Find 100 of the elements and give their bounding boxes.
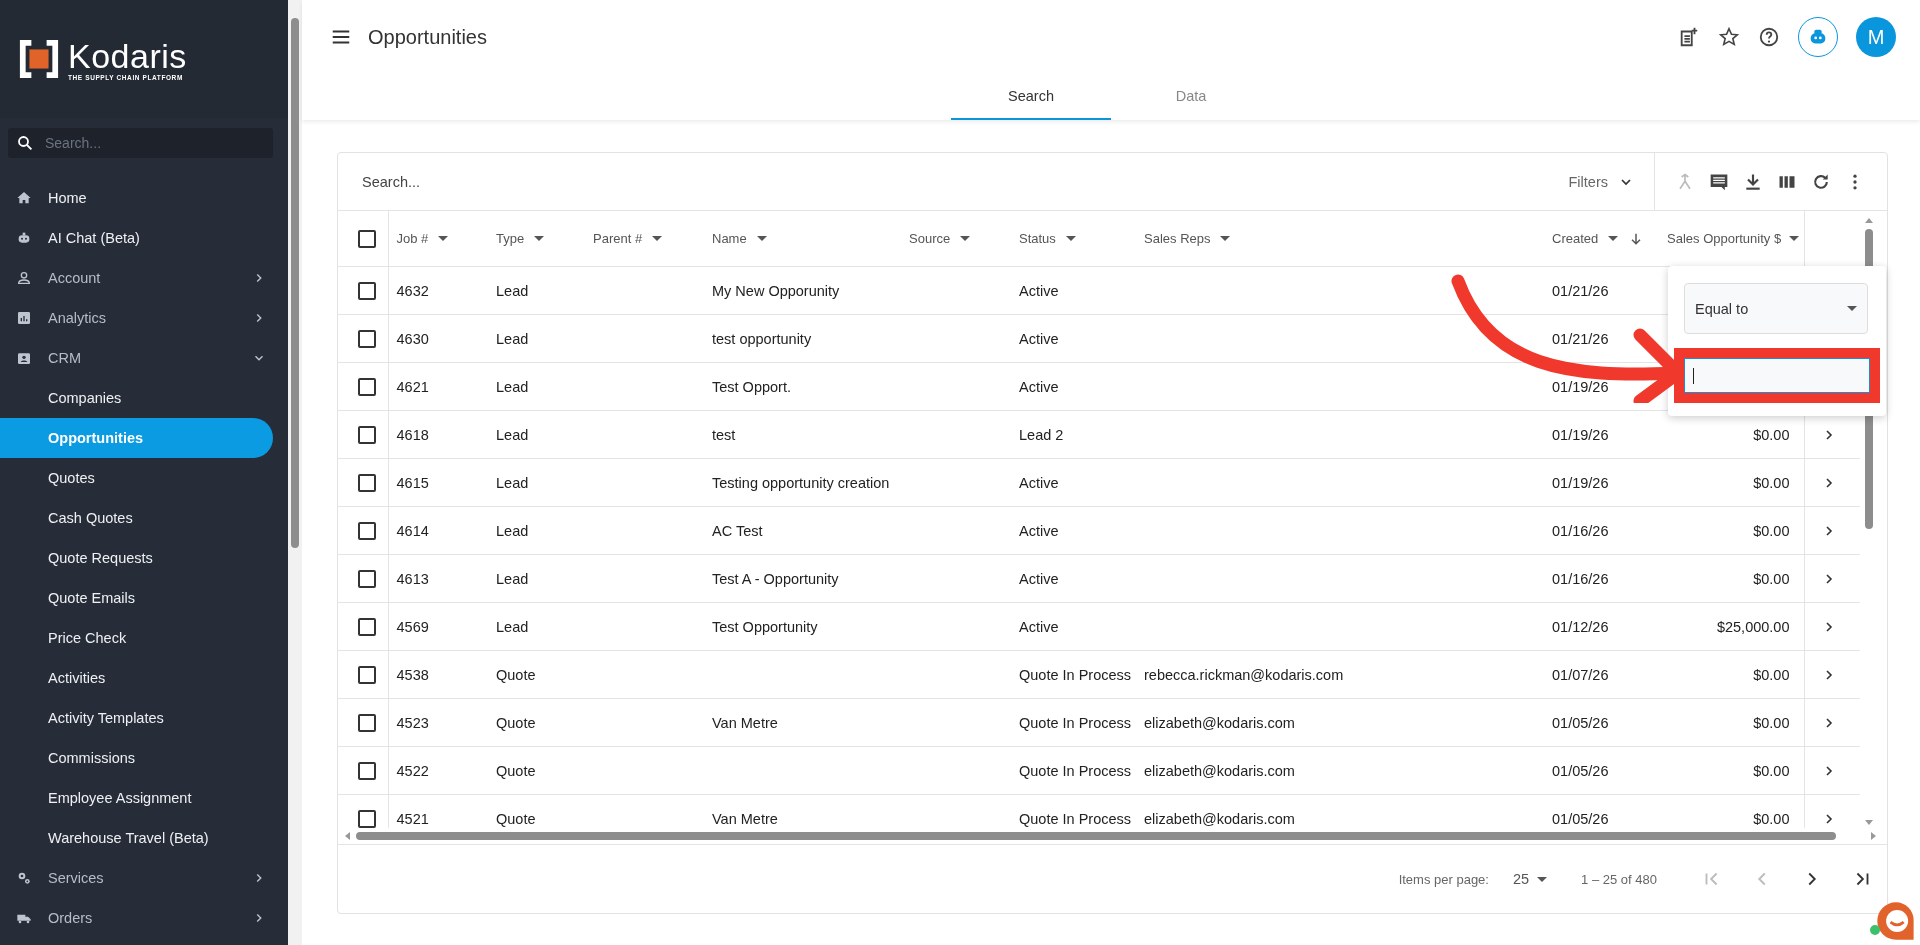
tab[interactable]: Search [951,74,1111,120]
row-checkbox[interactable] [358,521,376,540]
dropdown-icon[interactable] [1065,236,1076,241]
chart-icon [16,310,32,326]
table-cell: 4632 [396,282,429,299]
column-header[interactable]: Parent # [593,231,643,246]
table-cell: Lead [496,426,529,443]
column-header[interactable]: Created [1552,231,1599,246]
table-cell: Quote [496,762,536,779]
operator-select[interactable]: Equal to [1684,283,1868,334]
sidebar-subitem[interactable]: Activity Templates [0,698,273,738]
table-cell: $0.00 [1753,426,1790,443]
sidebar-subitem[interactable]: Cash Quotes [0,498,273,538]
table-cell: Active [1019,618,1059,635]
column-header[interactable]: Status [1019,231,1056,246]
dropdown-icon[interactable] [1220,236,1231,241]
items-per-page-label: Items per page: [1398,871,1489,887]
row-checkbox[interactable] [358,761,376,780]
tab[interactable]: Data [1111,74,1271,120]
table-cell: Test Opportunity [712,618,818,635]
sidebar-subitem[interactable]: Quote Requests [0,538,273,578]
row-checkbox[interactable] [358,665,376,684]
sidebar-subitem[interactable]: Price Check [0,618,273,658]
sidebar-item[interactable]: Services [0,858,288,898]
star-icon[interactable] [1718,26,1740,48]
note-add-icon[interactable] [1678,26,1700,48]
sidebar-subitem[interactable]: Employee Assignment [0,778,273,818]
page-range: 1 – 25 of 480 [1581,871,1657,887]
table-cell: Test A - Opportunity [712,570,839,587]
dropdown-icon[interactable] [1789,236,1800,241]
table-cell: test [712,426,736,443]
row-checkbox[interactable] [358,713,376,732]
dropdown-icon[interactable] [960,236,971,241]
table-cell: 4569 [396,618,429,635]
help-icon[interactable] [1758,26,1780,48]
sidebar-subitem[interactable]: Activities [0,658,273,698]
table-cell: AC Test [712,522,763,539]
row-checkbox[interactable] [358,617,376,636]
scrollbar-thumb[interactable] [356,832,1836,840]
table-cell: Active [1019,522,1059,539]
page-title: Opportunities [368,25,487,49]
table-cell: $0.00 [1753,522,1790,539]
table-cell: Quote In Process [1019,666,1132,683]
sidebar-subitem[interactable]: Quotes [0,458,273,498]
sidebar-subitem[interactable]: Commissions [0,738,273,778]
sidebar-subitem[interactable]: Warehouse Travel (Beta) [0,818,273,858]
table-cell: Active [1019,330,1059,347]
table-cell: Quote In Process [1019,810,1132,827]
table-cell: test opportunity [712,330,812,347]
sidebar-item[interactable]: Orders [0,898,288,938]
row-checkbox[interactable] [358,281,376,300]
row-checkbox[interactable] [358,809,376,828]
table-cell: $25,000.00 [1716,618,1790,635]
column-header[interactable]: Type [496,231,525,246]
dropdown-icon[interactable] [652,236,663,241]
sidebar-item[interactable]: CRM [0,338,288,378]
column-header[interactable]: Source [909,231,951,246]
dropdown-icon[interactable] [756,236,767,241]
sidebar-subitem[interactable]: Quote Emails [0,578,273,618]
page-size-select[interactable]: 25 [1506,870,1554,888]
filters-button[interactable]: Filters [1562,172,1640,191]
table-cell: Active [1019,282,1059,299]
table-cell: 4521 [396,810,429,827]
table-cell: 4522 [396,762,429,779]
select-all-checkbox[interactable] [358,229,376,248]
dropdown-icon[interactable] [1608,236,1619,241]
row-checkbox[interactable] [358,377,376,396]
table-cell: 4615 [396,474,429,491]
table-cell: 01/19/26 [1552,378,1609,395]
column-header[interactable]: Sales Reps [1144,231,1211,246]
table-cell: Lead [496,474,529,491]
sidebar-item[interactable]: AI Chat (Beta) [0,218,288,258]
caret-icon [1847,306,1857,311]
table-cell: 01/21/26 [1552,282,1609,299]
sidebar-item[interactable]: Analytics [0,298,288,338]
caret-icon [1537,876,1548,882]
column-header[interactable]: Name [712,231,747,246]
dropdown-icon[interactable] [438,236,449,241]
row-checkbox[interactable] [358,473,376,492]
scrollbar-thumb[interactable] [291,18,299,548]
assistant-button[interactable] [1798,17,1838,57]
sidebar-subitem[interactable]: Companies [0,378,273,418]
dropdown-icon[interactable] [534,236,545,241]
value-field[interactable] [1684,358,1870,393]
table-cell: 4613 [396,570,429,587]
column-header[interactable]: Sales Opportunity $ [1667,231,1782,246]
logo-icon [18,38,60,80]
table-cell: 4621 [396,378,429,395]
table-cell: Lead [496,522,529,539]
sidebar-search-field[interactable]: Search... [8,128,273,158]
sidebar-item[interactable]: Account [0,258,288,298]
table-cell: $0.00 [1753,666,1790,683]
table-cell: 01/05/26 [1552,714,1609,731]
sidebar-item[interactable]: Home [0,178,288,218]
table-cell: 4618 [396,426,429,443]
home-icon [16,190,32,206]
row-checkbox[interactable] [358,569,376,588]
column-header[interactable]: Job # [396,231,429,246]
row-checkbox[interactable] [358,329,376,348]
row-checkbox[interactable] [358,425,376,444]
